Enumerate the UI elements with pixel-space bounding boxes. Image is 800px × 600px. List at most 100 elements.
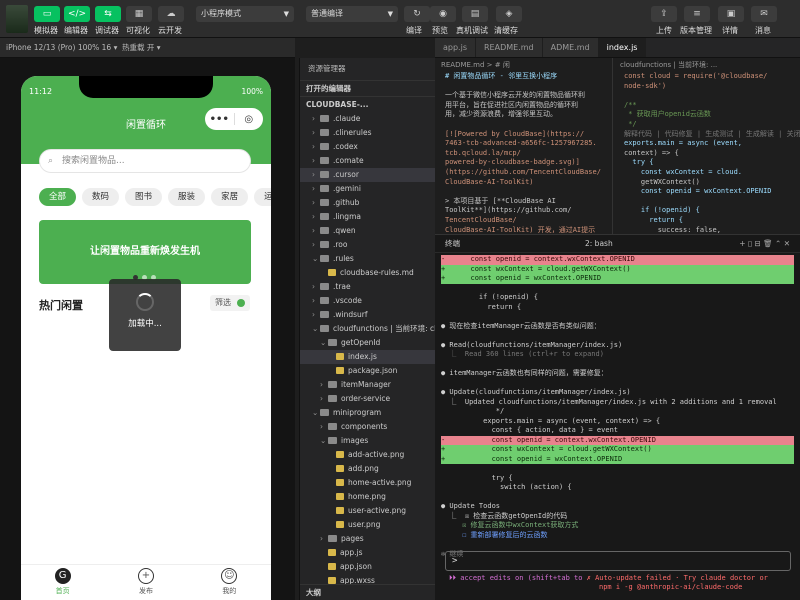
tree-item[interactable]: › .lingma — [300, 210, 435, 224]
tree-item-label: app.js — [340, 548, 363, 557]
chip-books[interactable]: 图书 — [125, 188, 163, 206]
chip-digital[interactable]: 数码 — [82, 188, 120, 206]
hotreload-select[interactable]: 热重载 开 ▾ — [122, 38, 161, 58]
tree-item-label: home.png — [348, 492, 386, 501]
tree-item[interactable]: › order-service — [300, 392, 435, 406]
tool-update: ● Update(cloudfunctions/itemManager/inde… — [441, 388, 631, 396]
diff-line: - const openid = context.wxContext.OPENI… — [441, 435, 794, 445]
tab-mine[interactable]: ☺ 我的 — [188, 565, 271, 600]
chip-sports[interactable]: 运 — [254, 188, 271, 206]
workspace-root[interactable]: CLOUDBASE-... — [300, 96, 435, 112]
tab-readme[interactable]: README.md — [476, 38, 543, 57]
tree-item[interactable]: index.js — [300, 350, 435, 364]
mode-select[interactable]: 小程序模式 ▼ — [196, 6, 294, 22]
debugger-button[interactable]: ⇆ — [95, 6, 121, 22]
chevron-icon: › — [312, 128, 315, 137]
filter-button[interactable]: 筛选 — [210, 295, 250, 311]
visual-button[interactable]: ▦ — [126, 6, 152, 22]
npm-hint: npm i -g @anthropic-ai/claude-code — [599, 583, 743, 591]
tab-bar: G 首页 + 发布 ☺ 我的 — [21, 564, 271, 600]
editor-button[interactable]: </> — [64, 6, 90, 22]
tree-item[interactable]: › .roo — [300, 238, 435, 252]
tree-item[interactable]: › .comate — [300, 154, 435, 168]
tree-item[interactable]: cloudbase-rules.md — [300, 266, 435, 280]
capsule-menu[interactable]: ••• ◎ — [205, 108, 263, 130]
tree-item[interactable]: ⌄ .rules — [300, 252, 435, 266]
compile-button[interactable]: ↻ — [404, 6, 430, 22]
loading-toast: 加载中... — [109, 279, 181, 351]
user-avatar[interactable] — [6, 5, 28, 33]
tab-home[interactable]: G 首页 — [21, 565, 104, 600]
tree-item[interactable]: › .trae — [300, 280, 435, 294]
file-icon — [328, 549, 336, 556]
tree-item[interactable]: › .cursor — [300, 168, 435, 182]
remote-debug-button[interactable]: ▤ — [462, 6, 488, 22]
terminal-actions[interactable]: + ▯ ⊟ 🗑 ⌃ ✕ — [739, 235, 790, 253]
preview-button[interactable]: ◉ — [430, 6, 456, 22]
clear-cache-label: 清缓存 — [494, 26, 518, 35]
version-button[interactable]: ≡ — [684, 6, 710, 22]
tree-item[interactable]: add-active.png — [300, 448, 435, 462]
chip-all[interactable]: 全部 — [39, 188, 77, 206]
tree-item-label: .claude — [333, 114, 361, 123]
tree-item[interactable]: package.json — [300, 364, 435, 378]
chip-clothes[interactable]: 服装 — [168, 188, 206, 206]
tree-item[interactable]: add.png — [300, 462, 435, 476]
index-js-editor[interactable]: cloudfunctions | 当前环境: ... const cloud =… — [614, 58, 800, 234]
diff-line: + const openid = wxContext.OPENID — [441, 454, 794, 464]
tree-item[interactable]: ⌄ images — [300, 434, 435, 448]
chip-home[interactable]: 家居 — [211, 188, 249, 206]
terminal-shell-select[interactable]: 2: bash — [585, 235, 613, 253]
simulator-button[interactable]: ▭ — [34, 6, 60, 22]
tree-item[interactable]: ⌄ cloudfunctions | 当前环境: clo... — [300, 322, 435, 336]
messages-button[interactable]: ✉ — [751, 6, 777, 22]
terminal-input[interactable]: > — [445, 551, 791, 571]
tree-item[interactable]: user-active.png — [300, 504, 435, 518]
tree-item[interactable]: home.png — [300, 490, 435, 504]
tree-item-label: cloudbase-rules.md — [340, 268, 414, 277]
tab-adme[interactable]: ADME.md — [542, 38, 599, 57]
tree-item[interactable]: home-active.png — [300, 476, 435, 490]
open-editors-section[interactable]: 打开的编辑器 — [300, 80, 435, 96]
tree-item[interactable]: ⌄ miniprogram — [300, 406, 435, 420]
terminal-tab[interactable]: 终端 — [445, 239, 460, 248]
device-select[interactable]: iPhone 12/13 (Pro) 100% 16 ▾ — [6, 38, 117, 58]
cloud-button[interactable]: ☁ — [158, 6, 184, 22]
tab-publish[interactable]: + 发布 — [104, 565, 187, 600]
tree-item[interactable]: › .clinerules — [300, 126, 435, 140]
outline-section[interactable]: 大纲 — [300, 584, 436, 600]
home-icon: G — [54, 568, 71, 584]
tree-item[interactable]: user.png — [300, 518, 435, 532]
tree-item[interactable]: › .qwen — [300, 224, 435, 238]
tree-item-label: .trae — [333, 282, 351, 291]
tree-item[interactable]: › .claude — [300, 112, 435, 126]
tree-item[interactable]: › .gemini — [300, 182, 435, 196]
more-icon[interactable]: ••• — [205, 114, 234, 125]
tree-item[interactable]: › .codex — [300, 140, 435, 154]
compile-select[interactable]: 普通编译 ▼ — [306, 6, 398, 22]
tree-item[interactable]: › pages — [300, 532, 435, 546]
chevron-icon: › — [312, 310, 315, 319]
tab-index-js[interactable]: index.js — [598, 38, 647, 57]
editor-tabs: app.js README.md ADME.md index.js — [435, 38, 800, 58]
close-target-icon[interactable]: ◎ — [235, 114, 264, 125]
tab-app-js[interactable]: app.js — [435, 38, 476, 57]
clear-cache-button[interactable]: ◈ — [496, 6, 522, 22]
tree-item[interactable]: › itemManager — [300, 378, 435, 392]
readme-editor[interactable]: README.md > # 闲 # 闲置物品循环 - 邻里互换小程序 一个基于微… — [435, 58, 613, 234]
search-input[interactable]: ⌕ 搜索闲置物品... — [39, 149, 251, 173]
details-button[interactable]: ▣ — [718, 6, 744, 22]
tree-item[interactable]: › components — [300, 420, 435, 434]
tree-item[interactable]: ⌄ getOpenId — [300, 336, 435, 350]
loading-text: 加载中... — [128, 319, 162, 329]
tree-item[interactable]: › .github — [300, 196, 435, 210]
tree-item[interactable]: › .vscode — [300, 294, 435, 308]
tree-item[interactable]: › .windsurf — [300, 308, 435, 322]
upload-button[interactable]: ⇪ — [651, 6, 677, 22]
tree-item[interactable]: app.js — [300, 546, 435, 560]
tree-item[interactable]: app.json — [300, 560, 435, 574]
status-time: 11:12 — [29, 87, 53, 96]
